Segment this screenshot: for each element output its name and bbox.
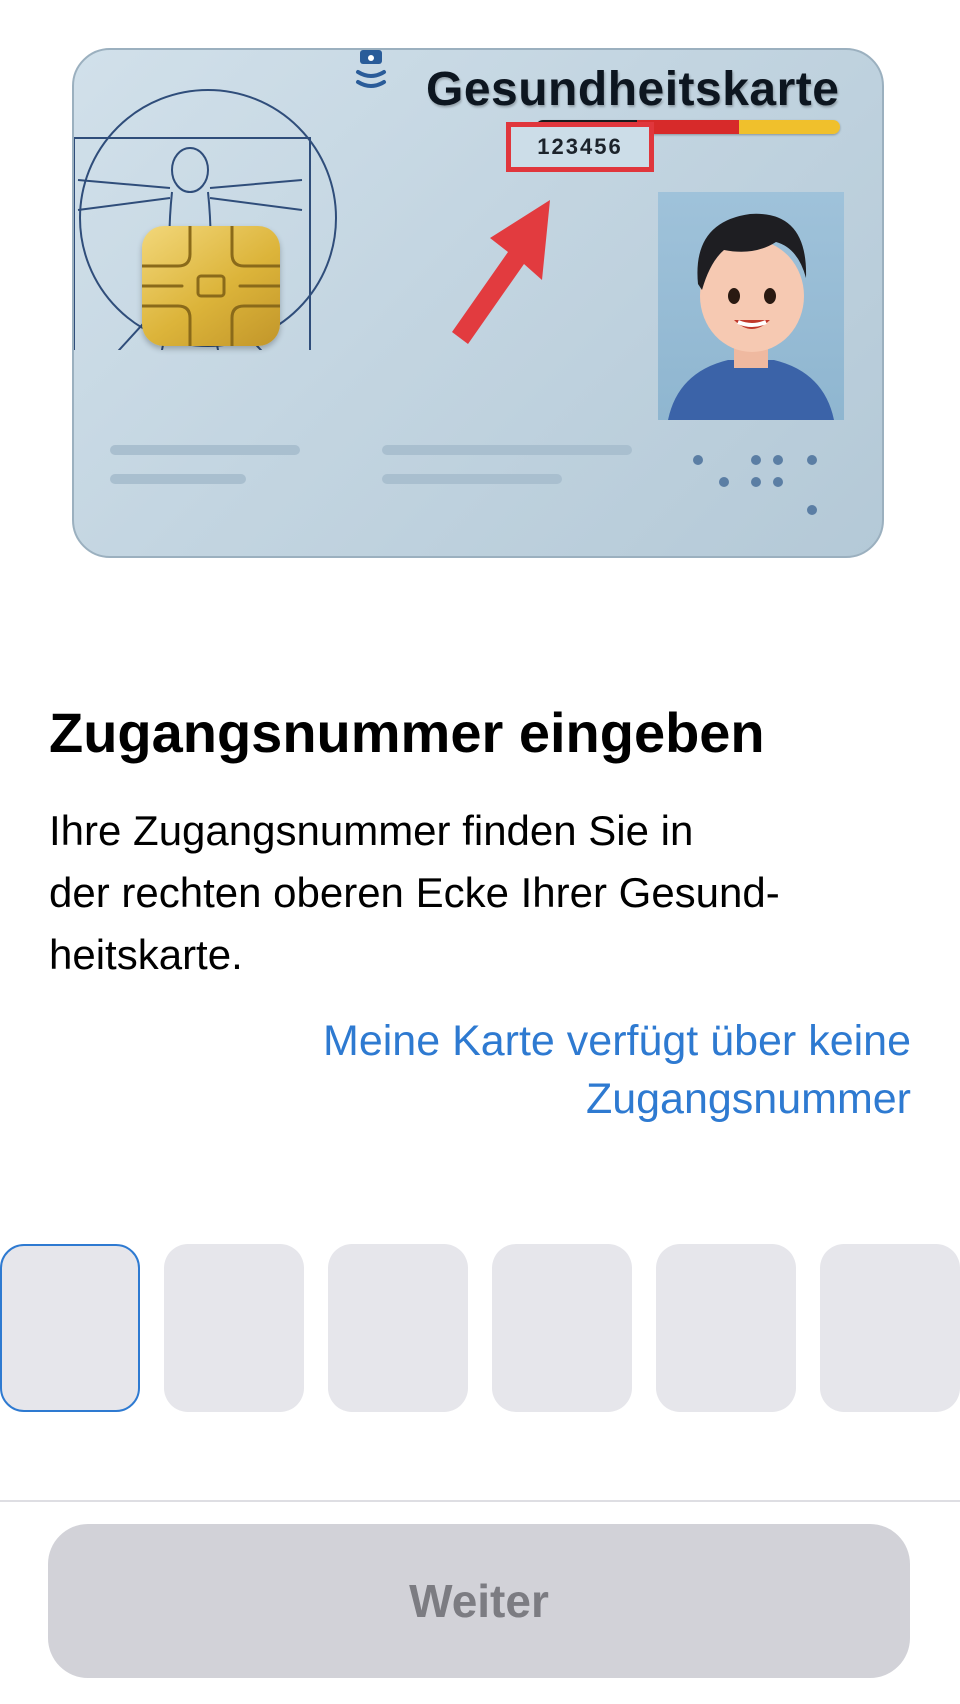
card-title: Gesundheitskarte	[426, 63, 840, 116]
code-digit-field[interactable]	[656, 1244, 796, 1412]
footer-divider	[0, 1500, 960, 1502]
health-card-illustration: Gesundheitskarte 123456	[72, 48, 884, 558]
avatar-photo	[658, 192, 844, 420]
chip-icon	[140, 224, 282, 348]
card-decor-line	[110, 445, 300, 455]
next-button[interactable]: Weiter	[48, 1524, 910, 1678]
no-access-number-link[interactable]: Meine Karte verfügt über keine Zugangsnu…	[151, 1012, 911, 1128]
card-dots-decor	[693, 455, 817, 515]
code-digit-field[interactable]	[820, 1244, 960, 1412]
card-decor-line	[382, 474, 562, 484]
code-digit-field[interactable]	[492, 1244, 632, 1412]
card-decor-line	[110, 474, 246, 484]
access-number-input	[0, 1244, 960, 1412]
access-number-highlight: 123456	[506, 122, 654, 172]
arrow-icon	[452, 200, 550, 344]
code-digit-field[interactable]	[164, 1244, 304, 1412]
instruction-text: Ihre Zugangsnummer finden Sie in der rec…	[49, 807, 780, 978]
code-digit-field[interactable]	[328, 1244, 468, 1412]
nfc-icon	[356, 50, 386, 88]
page-title: Zugangsnummer eingeben	[49, 701, 765, 764]
card-decor-line	[382, 445, 632, 455]
code-digit-field[interactable]	[0, 1244, 140, 1412]
